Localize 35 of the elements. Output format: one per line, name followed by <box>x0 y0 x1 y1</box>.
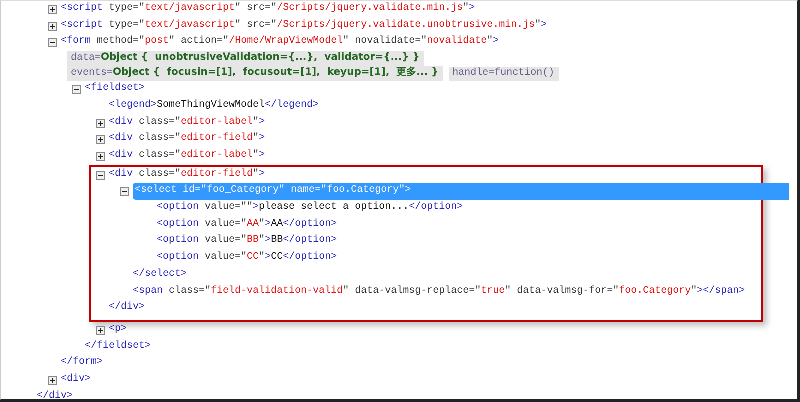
markup-line[interactable]: <option value="">please select a option...</option> <box>157 200 464 217</box>
collapse-icon[interactable] <box>48 38 57 48</box>
markup-line[interactable]: <legend>SomeThingViewModel</legend> <box>109 98 320 115</box>
expand-icon[interactable] <box>96 118 105 128</box>
dom-property-badge[interactable]: data=Object { unobtrusiveValidation={...}, validator={...} } <box>67 51 424 66</box>
dom-property-badge[interactable]: handle=function() <box>448 66 559 81</box>
markup-line[interactable]: <script type="text/javascript" src="/Scripts/jquery.validate.min.js"> <box>61 1 476 18</box>
expand-icon[interactable] <box>48 22 57 31</box>
markup-line[interactable]: <fieldset> <box>85 81 146 98</box>
collapse-icon[interactable] <box>96 170 105 180</box>
markup-line[interactable]: <div class="editor-label"> <box>109 148 266 165</box>
markup-line[interactable]: <option value="CC">CC</option> <box>157 250 338 267</box>
markup-line[interactable]: <span class="field-validation-valid" data-valmsg-replace="true" data-valmsg-for="foo.Category"></span> <box>133 284 746 300</box>
markup-line[interactable]: <option value="AA">AA</option> <box>157 216 338 234</box>
markup-line[interactable]: <script type="text/javascript" src="/Scripts/jquery.validate.unobtrusive.min.js"> <box>61 18 548 34</box>
markup-line[interactable]: <p> <box>109 322 128 339</box>
closing-tag-line[interactable]: </select> <box>133 266 188 284</box>
expand-icon[interactable] <box>96 152 105 161</box>
expand-icon[interactable] <box>48 376 57 386</box>
markup-line[interactable]: <div class="editor-field"> <box>109 166 266 184</box>
markup-line[interactable]: <option value="BB">BB</option> <box>157 233 338 250</box>
expand-icon[interactable] <box>96 135 105 144</box>
collapse-icon[interactable] <box>72 85 81 94</box>
markup-line[interactable]: <div> <box>61 372 92 389</box>
expand-icon[interactable] <box>48 5 57 14</box>
closing-tag-line[interactable]: </form> <box>61 355 104 372</box>
closing-tag-line[interactable]: </fieldset> <box>85 338 152 356</box>
dom-property-badge[interactable]: events=Object { focusin=[1], focusout=[1], keyup=[1], 更多... } <box>67 66 443 82</box>
markup-line[interactable]: <div class="editor-label"> <box>109 114 266 132</box>
closing-tag-line[interactable]: </div> <box>37 388 74 399</box>
markup-line[interactable]: <form method="post" action="/Home/WrapViewModel" novalidate="novalidate"> <box>61 34 500 52</box>
closing-tag-line[interactable]: </div> <box>109 300 146 317</box>
markup-line[interactable]: <div class="editor-field"> <box>109 131 266 148</box>
expand-icon[interactable] <box>96 326 105 335</box>
collapse-icon[interactable] <box>120 187 129 196</box>
